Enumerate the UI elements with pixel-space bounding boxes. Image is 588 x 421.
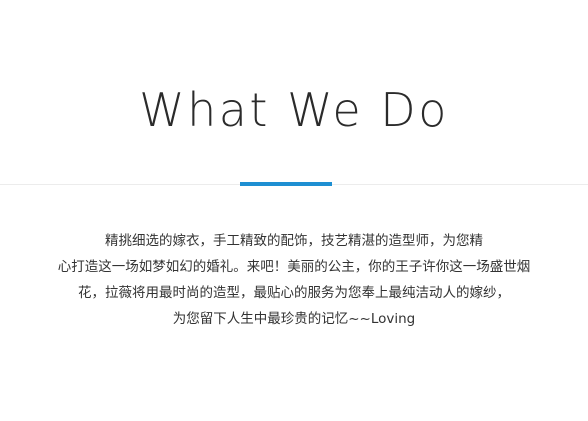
section-description: 精挑细选的嫁衣，手工精致的配饰，技艺精湛的造型师，为您精 心打造这一场如梦如幻的… <box>20 228 568 332</box>
description-line: 花，拉薇将用最时尚的造型，最贴心的服务为您奉上最纯洁动人的嫁纱， <box>78 285 510 301</box>
description-line: 为您留下人生中最珍贵的记忆~~Loving <box>172 311 416 327</box>
title-accent-bar <box>240 182 332 186</box>
description-line: 精挑细选的嫁衣，手工精致的配饰，技艺精湛的造型师，为您精 <box>105 233 483 249</box>
what-we-do-section: What We Do 精挑细选的嫁衣，手工精致的配饰，技艺精湛的造型师，为您精 … <box>0 0 588 421</box>
description-line: 心打造这一场如梦如幻的婚礼。来吧！美丽的公主，你的王子许你这一场盛世烟 <box>57 259 531 275</box>
section-title: What We Do <box>139 83 449 137</box>
